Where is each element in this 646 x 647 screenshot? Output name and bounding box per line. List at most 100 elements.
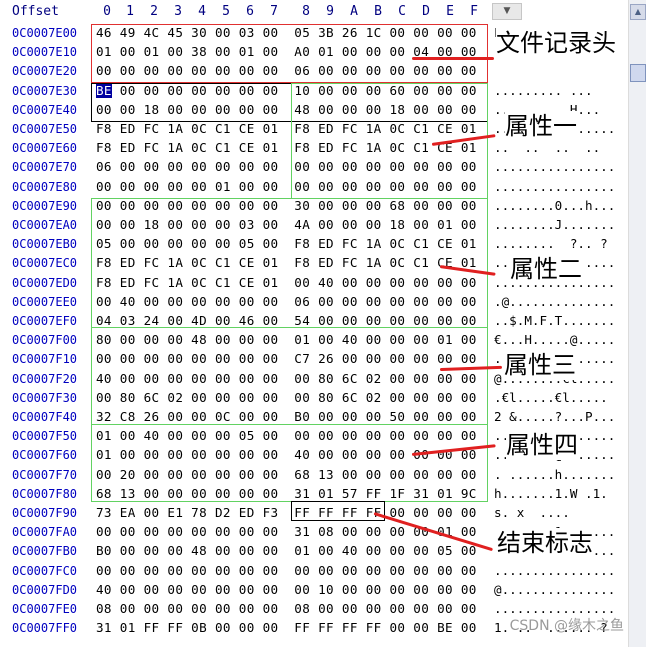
row-hex-bytes[interactable]: 00 20 00 00 00 00 00 00 68 13 00 00 00 0… — [96, 467, 477, 482]
hex-row[interactable]: 0C0007F40 32 C8 26 00 00 0C 00 00 B0 00 0… — [0, 408, 646, 427]
hex-row[interactable]: 0C0007EE0 00 40 00 00 00 00 00 00 06 00 0… — [0, 293, 646, 312]
row-offset: 0C0007EC0 — [12, 256, 78, 271]
row-offset: 0C0007EF0 — [12, 314, 78, 328]
row-hex-bytes[interactable]: 00 00 00 00 00 00 00 00 C7 26 00 00 00 0… — [96, 351, 477, 366]
row-hex-bytes[interactable]: BE 00 00 00 00 00 00 00 10 00 00 00 60 0… — [96, 82, 477, 98]
row-hex-bytes[interactable]: 31 01 FF FF 0B 00 00 00 FF FF FF FF 00 0… — [96, 620, 477, 635]
row-hex-bytes[interactable]: 32 C8 26 00 00 0C 00 00 B0 00 00 00 50 0… — [96, 409, 477, 424]
offset-header: Offset — [12, 4, 59, 19]
row-offset: 0C0007F30 — [12, 390, 78, 405]
row-ascii: s. x .... — [494, 505, 570, 520]
row-hex-bytes[interactable]: 06 00 00 00 00 00 00 00 00 00 00 00 00 0… — [96, 159, 477, 174]
watermark: CSDN @缘木之鱼 — [509, 618, 624, 634]
row-ascii: €...H.....@..... — [494, 332, 616, 348]
row-ascii: 2 &.....?...P... — [494, 409, 616, 424]
row-hex-bytes[interactable]: 00 00 00 00 00 00 00 00 30 00 00 00 68 0… — [96, 198, 477, 213]
row-ascii: ........J....... — [494, 217, 616, 232]
row-ascii: ........ ?.. ? — [494, 236, 608, 252]
hex-row[interactable]: 0C0007E90 00 00 00 00 00 00 00 00 30 00 0… — [0, 197, 646, 216]
hex-row[interactable]: 0C0007F70 00 20 00 00 00 00 00 00 68 13 0… — [0, 466, 646, 485]
row-offset: 0C0007E10 — [12, 45, 78, 60]
row-offset: 0C0007E40 — [12, 102, 78, 117]
row-offset: 0C0007E30 — [12, 83, 78, 98]
row-hex-bytes[interactable]: 00 80 6C 02 00 00 00 00 00 80 6C 02 00 0… — [96, 390, 477, 405]
column-5: 5 — [222, 4, 230, 19]
column-c: C — [398, 4, 406, 19]
hex-row[interactable]: 0C0007FC0 00 00 00 00 00 00 00 00 00 00 0… — [0, 562, 646, 581]
row-offset: 0C0007FE0 — [12, 602, 78, 616]
row-hex-bytes[interactable]: 01 00 40 00 00 00 05 00 00 00 00 00 00 0… — [96, 428, 477, 443]
row-ascii: ................ — [494, 159, 616, 175]
hex-row[interactable]: 0C0007E60 F8 ED FC 1A 0C C1 CE 01 F8 ED F… — [0, 139, 646, 158]
column-d: D — [422, 4, 430, 19]
row-hex-bytes[interactable]: 08 00 00 00 00 00 00 00 08 00 00 00 00 0… — [96, 601, 477, 616]
row-offset: 0C0007E90 — [12, 198, 78, 213]
row-hex-bytes[interactable]: 68 13 00 00 00 00 00 00 31 01 57 FF 1F 3… — [96, 486, 477, 501]
chevron-down-icon[interactable]: ▼ — [492, 3, 522, 20]
column-2: 2 — [150, 4, 158, 19]
row-hex-bytes[interactable]: 00 40 00 00 00 00 00 00 06 00 00 00 00 0… — [96, 294, 477, 309]
row-offset: 0C0007FC0 — [12, 563, 78, 578]
row-hex-bytes[interactable]: 46 49 4C 45 30 00 03 00 05 3B 26 1C 00 0… — [96, 25, 477, 40]
row-hex-bytes[interactable]: 04 03 24 00 4D 00 46 00 54 00 00 00 00 0… — [96, 313, 477, 328]
row-hex-bytes[interactable]: 05 00 00 00 00 00 05 00 F8 ED FC 1A 0C C… — [96, 236, 477, 251]
column-b: B — [374, 4, 382, 19]
hex-row[interactable]: 0C0007E70 06 00 00 00 00 00 00 00 00 00 0… — [0, 158, 646, 177]
row-ascii: . ......h....... — [494, 466, 616, 482]
column-1: 1 — [126, 4, 134, 19]
row-hex-bytes[interactable]: 00 00 00 00 00 00 00 00 00 00 00 00 00 0… — [96, 563, 477, 578]
scrollbar-thumb[interactable] — [630, 64, 646, 82]
label-attribute-two: 属性二 — [510, 254, 582, 284]
row-offset: 0C0007E80 — [12, 179, 78, 194]
row-offset: 0C0007EB0 — [12, 237, 78, 252]
row-offset: 0C0007F00 — [12, 333, 78, 348]
row-ascii: @............... — [494, 581, 616, 597]
hex-row[interactable]: 0C0007F30 00 80 6C 02 00 00 00 00 00 80 6… — [0, 389, 646, 408]
row-hex-bytes[interactable]: F8 ED FC 1A 0C C1 CE 01 F8 ED FC 1A 0C C… — [96, 255, 477, 270]
hex-row[interactable]: 0C0007EA0 00 00 18 00 00 00 03 00 4A 00 0… — [0, 216, 646, 235]
hex-editor-view: Offset 0 1 2 3 4 5 6 7 8 9 A B C D E F ▼… — [0, 0, 646, 647]
row-ascii: .@.............. — [494, 293, 616, 309]
row-offset: 0C0007FF0 — [12, 621, 78, 636]
column-header: Offset 0 1 2 3 4 5 6 7 8 9 A B C D E F ▼ — [0, 0, 646, 24]
label-attribute-one: 属性一 — [505, 111, 577, 141]
row-hex-bytes[interactable]: 00 00 18 00 00 00 03 00 4A 00 00 00 18 0… — [96, 217, 477, 232]
scroll-up-icon[interactable]: ▲ — [630, 4, 646, 20]
row-hex-bytes[interactable]: 00 00 00 00 00 01 00 00 00 00 00 00 00 0… — [96, 179, 477, 194]
row-hex-bytes[interactable]: 40 00 00 00 00 00 00 00 00 80 6C 02 00 0… — [96, 371, 477, 386]
hex-row[interactable]: 0C0007FD0 40 00 00 00 00 00 00 00 00 10 0… — [0, 581, 646, 600]
selected-byte[interactable]: BE — [96, 82, 112, 98]
row-offset: 0C0007FD0 — [12, 582, 78, 597]
hex-row[interactable]: 0C0007F90 73 EA 00 E1 78 D2 ED F3 FF FF F… — [0, 504, 646, 523]
row-hex-bytes[interactable]: F8 ED FC 1A 0C C1 CE 01 F8 ED FC 1A 0C C… — [96, 121, 477, 136]
label-attribute-four: 属性四 — [506, 430, 578, 460]
hex-row[interactable]: 0C0007EF0 04 03 24 00 4D 00 46 00 54 00 0… — [0, 312, 646, 331]
row-ascii: .. .. .. .. — [494, 140, 601, 156]
label-end-marker: 结束标志 — [497, 528, 593, 558]
column-a: A — [350, 4, 358, 19]
row-hex-bytes[interactable]: F8 ED FC 1A 0C C1 CE 01 F8 ED FC 1A 0C C… — [96, 140, 477, 155]
row-hex-bytes[interactable]: F8 ED FC 1A 0C C1 CE 01 00 40 00 00 00 0… — [96, 275, 477, 290]
row-hex-bytes[interactable]: 73 EA 00 E1 78 D2 ED F3 FF FF FF FF 00 0… — [96, 505, 477, 520]
column-7: 7 — [270, 4, 278, 19]
hex-row[interactable]: 0C0007F80 68 13 00 00 00 00 00 00 31 01 5… — [0, 485, 646, 504]
row-hex-bytes[interactable]: 40 00 00 00 00 00 00 00 00 10 00 00 00 0… — [96, 582, 477, 597]
column-3: 3 — [174, 4, 182, 19]
hex-row[interactable]: 0C0007EB0 05 00 00 00 00 00 05 00 F8 ED F… — [0, 235, 646, 254]
column-0: 0 — [103, 4, 111, 19]
vertical-scrollbar[interactable]: ▲ — [628, 0, 646, 647]
row-ascii: .€l.....€l..... — [494, 389, 608, 405]
row-hex-bytes[interactable]: 00 00 18 00 00 00 00 00 48 00 00 00 18 0… — [96, 102, 477, 117]
row-offset: 0C0007E50 — [12, 122, 78, 136]
row-offset: 0C0007FA0 — [12, 525, 78, 540]
row-hex-bytes[interactable]: B0 00 00 00 48 00 00 00 01 00 40 00 00 0… — [96, 543, 477, 558]
row-hex-bytes[interactable]: 00 00 00 00 00 00 00 00 06 00 00 00 00 0… — [96, 63, 477, 78]
row-offset: 0C0007F50 — [12, 429, 78, 444]
row-hex-bytes[interactable]: 80 00 00 00 48 00 00 00 01 00 40 00 00 0… — [96, 332, 477, 347]
hex-row[interactable]: 0C0007E80 00 00 00 00 00 01 00 00 00 00 0… — [0, 178, 646, 197]
row-ascii: ..$.M.F.T....... — [494, 313, 616, 328]
arrow-file-header — [412, 57, 494, 60]
row-ascii: ........0...h... — [494, 197, 616, 213]
hex-row[interactable]: 0C0007F00 80 00 00 00 48 00 00 00 01 00 4… — [0, 331, 646, 350]
row-ascii: ................ — [494, 562, 616, 578]
